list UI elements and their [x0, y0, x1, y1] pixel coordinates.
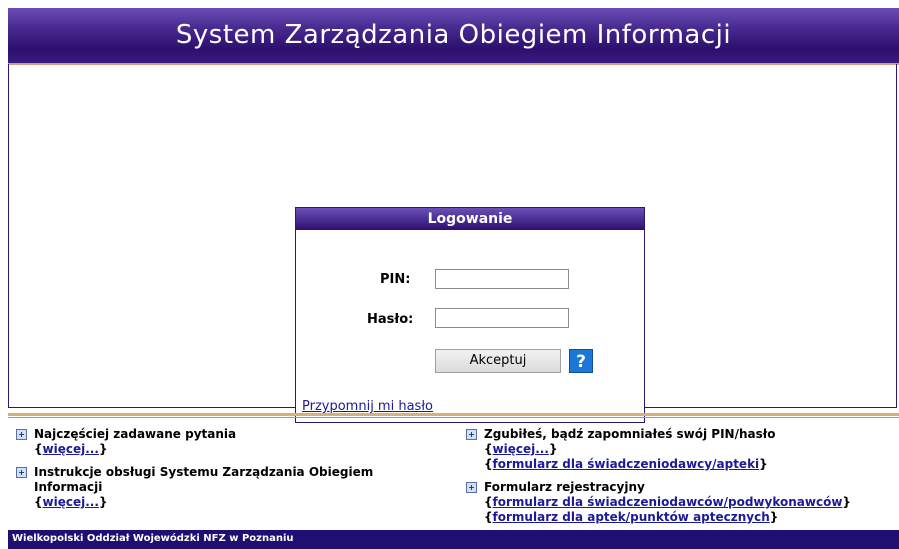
login-title: Logowanie	[296, 208, 644, 230]
plus-square-icon[interactable]: +	[466, 482, 477, 493]
lost-pin-more-link[interactable]: więcej...	[493, 442, 549, 456]
footer-text: Wielkopolski Oddział Wojewódzki NFZ w Po…	[12, 533, 294, 544]
separator-line	[8, 417, 899, 418]
instructions-title-line1: Instrukcje obsługi Systemu Zarządzania O…	[34, 465, 374, 479]
registration-item: + Formularz rejestracyjny {formularz dla…	[466, 480, 896, 525]
main-area: Logowanie PIN: Hasło: Akceptuj ? Przypom…	[8, 64, 897, 423]
plus-square-icon[interactable]: +	[16, 467, 27, 478]
header-banner: System Zarządzania Obiegiem Informacji	[8, 8, 899, 65]
app-title: System Zarządzania Obiegiem Informacji	[175, 20, 732, 50]
registration-title: Formularz rejestracyjny	[484, 480, 645, 494]
lost-pin-item: + Zgubiłeś, bądź zapomniałeś swój PIN/ha…	[466, 427, 896, 472]
footer-bar: Wielkopolski Oddział Wojewódzki NFZ w Po…	[8, 530, 899, 549]
pin-input[interactable]	[435, 269, 569, 289]
login-panel: Logowanie PIN: Hasło: Akceptuj ? Przypom…	[295, 207, 645, 423]
faq-item: + Najczęściej zadawane pytania {więcej..…	[16, 427, 436, 457]
lost-pin-title: Zgubiłeś, bądź zapomniałeś swój PIN/hasł…	[484, 427, 776, 441]
accept-button[interactable]: Akceptuj	[435, 349, 561, 373]
registration-form1-link[interactable]: formularz dla świadczeniodawców/podwykon…	[493, 495, 843, 509]
pin-label: PIN:	[380, 272, 411, 287]
instructions-item: + Instrukcje obsługi Systemu Zarządzania…	[16, 465, 436, 510]
password-input[interactable]	[435, 308, 569, 328]
registration-form2-link[interactable]: formularz dla aptek/punktów aptecznych	[493, 510, 770, 524]
plus-square-icon[interactable]: +	[16, 429, 27, 440]
faq-title: Najczęściej zadawane pytania	[34, 427, 237, 441]
lost-pin-form-link[interactable]: formularz dla świadczeniodawcy/apteki	[493, 457, 760, 471]
right-links-column: + Zgubiłeś, bądź zapomniałeś swój PIN/ha…	[466, 427, 896, 533]
remind-password-link[interactable]: Przypomnij mi hasło	[302, 399, 433, 414]
instructions-more-link[interactable]: więcej...	[43, 495, 99, 509]
help-icon[interactable]: ?	[569, 349, 593, 373]
instructions-title-line2: Informacji	[34, 480, 103, 494]
plus-square-icon[interactable]: +	[466, 429, 477, 440]
left-links-column: + Najczęściej zadawane pytania {więcej..…	[16, 427, 436, 518]
password-label: Hasło:	[367, 312, 414, 327]
faq-more-link[interactable]: więcej...	[43, 442, 99, 456]
separator	[8, 413, 899, 416]
